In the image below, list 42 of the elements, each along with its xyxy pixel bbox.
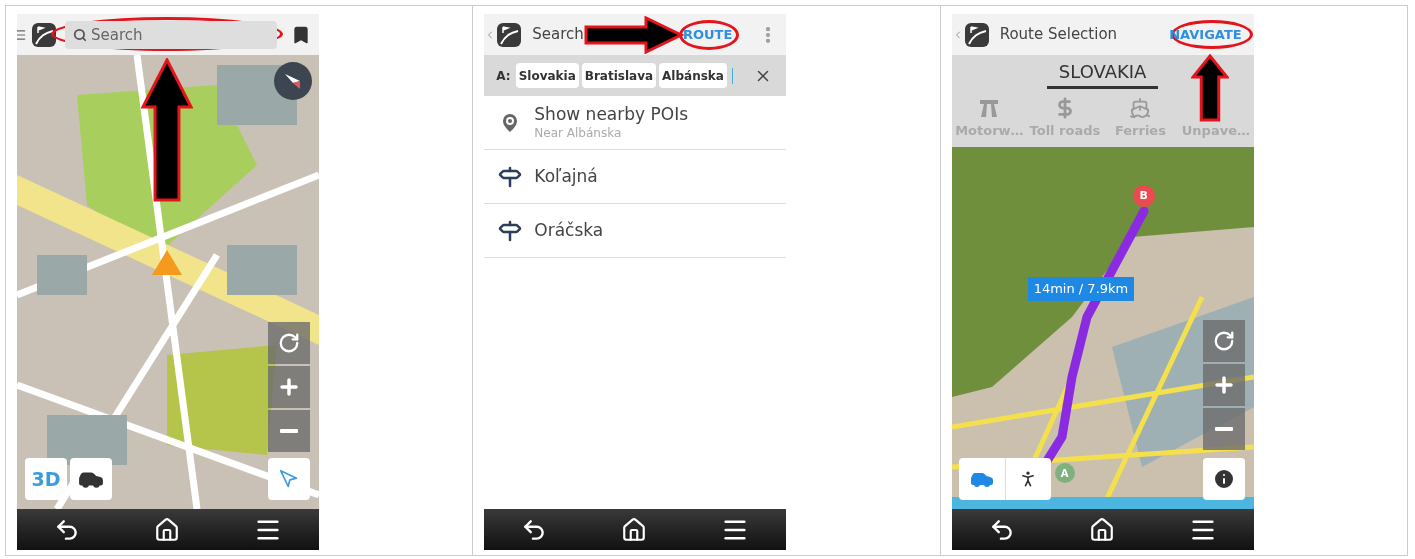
- search-icon: [73, 27, 87, 42]
- home-icon[interactable]: [621, 516, 648, 543]
- minus-icon: [1214, 427, 1233, 431]
- location-chip[interactable]: Albánska: [659, 63, 727, 88]
- signpost-icon: [498, 164, 523, 189]
- start-label: A:: [496, 67, 511, 85]
- app-logo-icon: [963, 21, 990, 48]
- home-icon[interactable]: [154, 516, 180, 543]
- locate-button[interactable]: [268, 458, 310, 500]
- highlight-ellipse: [679, 20, 740, 50]
- zoom-in-button[interactable]: [268, 366, 310, 408]
- plus-icon: [277, 375, 301, 399]
- info-button[interactable]: [1202, 458, 1245, 500]
- zoom-in-button[interactable]: [1202, 364, 1245, 406]
- rotate-button[interactable]: [1202, 320, 1245, 362]
- country-tab[interactable]: SLOVAKIA: [1046, 58, 1159, 89]
- motorway-icon: [978, 97, 1001, 119]
- signpost-icon: [498, 218, 523, 243]
- location-chip[interactable]: Slovakia: [515, 63, 579, 88]
- traffic-button[interactable]: [70, 458, 112, 500]
- app-logo-icon: [31, 21, 57, 48]
- pointer-arrow: [1190, 54, 1229, 122]
- rotate-icon: [1212, 330, 1235, 352]
- screen-title: Route Selection: [999, 24, 1118, 46]
- result-title: Show nearby POIs: [534, 104, 688, 126]
- bookmark-icon[interactable]: [291, 24, 311, 45]
- rotate-icon: [278, 332, 300, 354]
- result-subtitle: Near Albánska: [534, 125, 623, 141]
- minus-icon: [280, 429, 298, 433]
- location-arrow-icon: [279, 469, 299, 489]
- result-title: Koľajná: [534, 165, 598, 188]
- search-field[interactable]: Search: [65, 20, 277, 49]
- app-logo-icon: [496, 21, 523, 48]
- route-summary-label: 14min / 7.9km: [1027, 277, 1135, 301]
- screen-title: Search: [532, 24, 584, 46]
- zoom-out-button[interactable]: [268, 410, 310, 452]
- zoom-out-button[interactable]: [1202, 408, 1245, 450]
- result-title: Oráčska: [534, 219, 604, 242]
- ship-icon: [1129, 97, 1152, 119]
- location-chip[interactable]: Bratislava: [581, 63, 657, 88]
- home-icon[interactable]: [1088, 516, 1115, 543]
- rotate-button[interactable]: [268, 322, 310, 364]
